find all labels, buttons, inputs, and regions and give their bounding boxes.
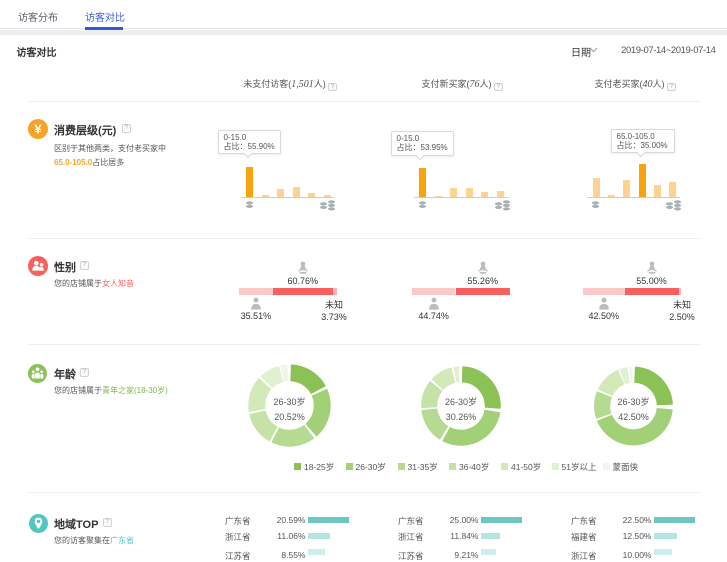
svg-text:¥: ¥ [34,122,42,137]
